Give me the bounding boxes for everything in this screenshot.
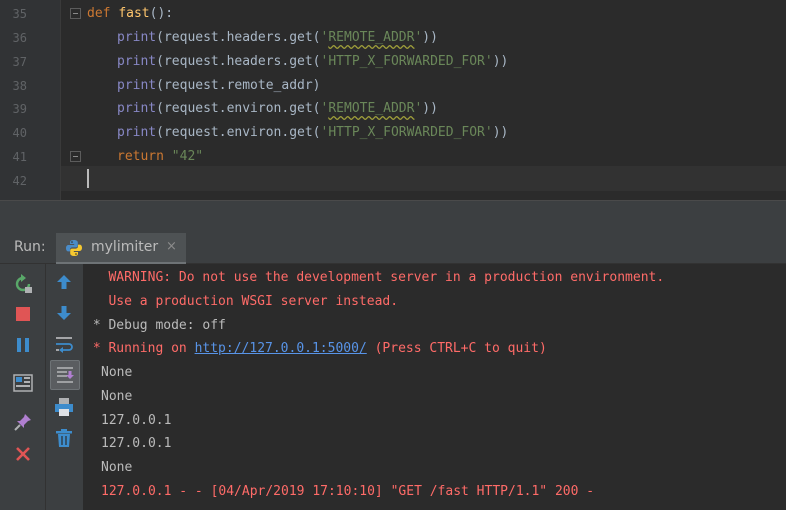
scroll-to-end-icon	[57, 367, 74, 383]
console-line: 127.0.0.1 - - [04/Apr/2019 17:10:10] "GE…	[101, 484, 595, 499]
scroll-to-end-button[interactable]	[50, 360, 80, 390]
console-line: None	[101, 365, 133, 380]
line-number: 36	[12, 31, 27, 45]
code-line: print(request.environ.get('HTTP_X_FORWAR…	[117, 121, 508, 145]
console-output[interactable]: WARNING: Do not use the development serv…	[85, 264, 786, 510]
line-number: 39	[12, 102, 27, 116]
server-url-link[interactable]: http://127.0.0.1:5000/	[195, 341, 367, 356]
fold-end-icon[interactable]	[70, 151, 81, 162]
down-arrow-icon	[57, 306, 71, 320]
rerun-icon	[15, 274, 32, 293]
code-text: (request.remote_addr)	[156, 78, 321, 93]
code-line: print(request.headers.get('HTTP_X_FORWAR…	[117, 50, 508, 74]
console-line: WARNING: Do not use the development serv…	[85, 270, 665, 285]
line-number: 41	[12, 150, 27, 164]
previous-occurrence-button[interactable]	[50, 268, 78, 296]
text-caret	[87, 169, 89, 188]
code-text: ))	[492, 125, 509, 140]
clear-all-button[interactable]	[50, 424, 78, 452]
pin-icon	[14, 414, 31, 431]
next-occurrence-button[interactable]	[50, 299, 78, 327]
console-line: 127.0.0.1	[101, 436, 172, 451]
code-text: ))	[492, 54, 509, 69]
line-number-gutter: 35 36 37 38 39 40 41 42 43	[0, 0, 60, 200]
code-text: (request.environ.get(	[156, 125, 321, 140]
trash-icon	[56, 429, 72, 447]
console-line: * Debug mode: off	[85, 318, 226, 333]
builtin: print	[117, 30, 157, 45]
keyword: def	[87, 6, 119, 21]
console-line: None	[101, 389, 133, 404]
builtin: print	[117, 125, 157, 140]
code-text: ))	[422, 30, 438, 45]
soft-wrap-button[interactable]	[50, 330, 78, 358]
console-line: * Running on http://127.0.0.1:5000/ (Pre…	[85, 337, 547, 361]
line-number: 37	[12, 55, 27, 69]
run-toolbar-primary	[0, 264, 46, 510]
builtin: print	[117, 78, 157, 93]
code-line: print(request.environ.get('REMOTE_ADDR')…	[117, 97, 438, 121]
string-literal: "42"	[171, 149, 204, 164]
code-line: return "42"	[117, 145, 203, 169]
console-line: None	[101, 460, 133, 475]
pause-icon	[17, 338, 29, 352]
close-icon	[16, 447, 30, 461]
string-literal: 'HTTP_X_FORWARDED_FOR'	[320, 125, 493, 140]
string-literal: REMOTE_ADDR	[328, 101, 415, 116]
code-text: (request.environ.get(	[156, 101, 321, 116]
line-number: 43	[0, 193, 27, 200]
stop-button[interactable]	[9, 300, 37, 328]
builtin: print	[117, 54, 157, 69]
print-icon	[55, 398, 73, 416]
line-number: 35	[12, 7, 27, 21]
fold-open-icon[interactable]	[70, 8, 81, 19]
code-line: print(request.remote_addr)	[117, 74, 321, 98]
stop-icon	[16, 307, 30, 321]
tab-mylimiter[interactable]: mylimiter ×	[56, 233, 186, 264]
code-text: (request.headers.get(	[156, 30, 321, 45]
soft-wrap-icon	[56, 337, 73, 353]
keyword: return	[117, 149, 172, 164]
function-name: fast	[118, 6, 150, 21]
run-toolbar-secondary	[46, 264, 84, 510]
tab-close-icon[interactable]: ×	[166, 239, 177, 254]
string-literal: 'HTTP_X_FORWARDED_FOR'	[320, 54, 493, 69]
code-text: ():	[149, 6, 174, 21]
pause-button[interactable]	[9, 331, 37, 359]
layout-icon	[13, 374, 33, 392]
pin-tab-button[interactable]	[9, 408, 37, 436]
python-icon	[66, 240, 82, 256]
line-number: 42	[12, 174, 27, 188]
code-line: print(request.headers.get('REMOTE_ADDR')…	[117, 26, 438, 50]
code-line: def fast():	[87, 2, 173, 26]
code-editor[interactable]: 35 36 37 38 39 40 41 42 43 def fast(): p…	[0, 0, 786, 200]
run-label: Run:	[14, 239, 46, 255]
code-text: ))	[422, 101, 438, 116]
console-line: 127.0.0.1	[101, 413, 172, 428]
console-text: (Press CTRL+C to quit)	[366, 341, 547, 356]
line-number: 38	[12, 79, 27, 93]
console-text: * Running on	[85, 341, 195, 356]
up-arrow-icon	[57, 275, 71, 289]
string-literal: REMOTE_ADDR	[328, 30, 415, 45]
run-tool-window-header: Run: mylimiter ×	[0, 233, 786, 264]
builtin: print	[117, 101, 157, 116]
rerun-button[interactable]	[9, 270, 37, 298]
current-line-highlight	[61, 166, 786, 191]
print-button[interactable]	[50, 393, 78, 421]
line-number: 40	[12, 126, 27, 140]
restore-layout-button[interactable]	[9, 369, 37, 397]
tab-title: mylimiter	[91, 239, 159, 255]
code-text: (request.headers.get(	[156, 54, 321, 69]
close-run-button[interactable]	[9, 440, 37, 468]
console-line: Use a production WSGI server instead.	[85, 294, 399, 309]
panel-splitter[interactable]	[0, 200, 786, 233]
